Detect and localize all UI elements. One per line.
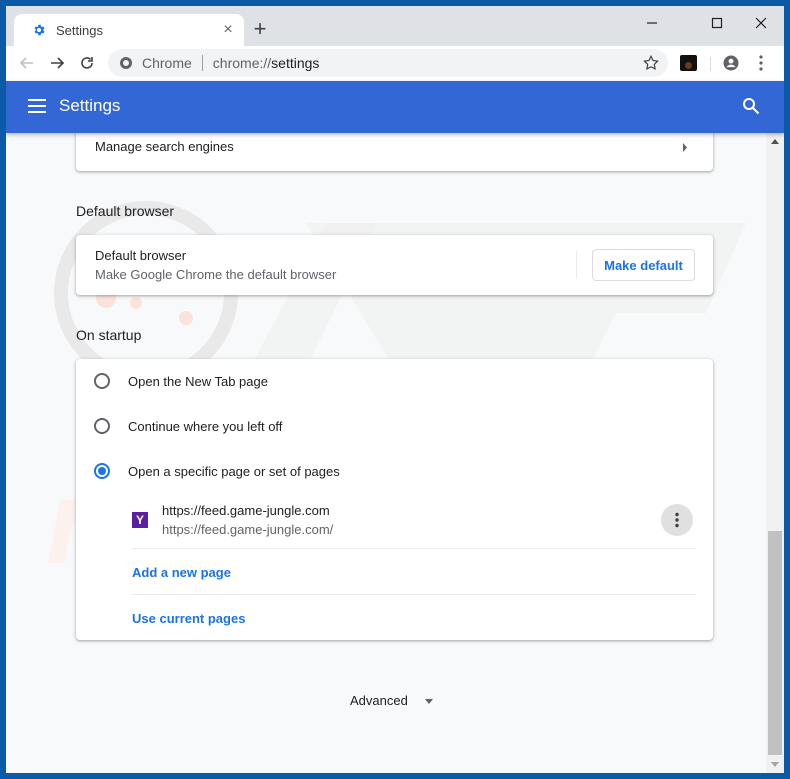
- default-browser-section-title: Default browser: [76, 203, 175, 219]
- divider: [132, 548, 696, 549]
- address-bar[interactable]: Chrome chrome://settings: [108, 49, 668, 77]
- extension-icon[interactable]: [680, 55, 697, 71]
- page-actions-button[interactable]: [661, 504, 693, 536]
- tab-title: Settings: [56, 22, 103, 38]
- hamburger-menu-icon[interactable]: [28, 98, 46, 114]
- scrollbar-thumb[interactable]: [768, 531, 782, 755]
- bookmark-star-icon[interactable]: [642, 54, 660, 72]
- manage-search-engines-row[interactable]: Manage search engines: [76, 133, 713, 163]
- maximize-button[interactable]: [703, 12, 731, 34]
- maximize-icon: [711, 17, 723, 29]
- page-title: Settings: [59, 96, 121, 115]
- advanced-label: Advanced: [350, 693, 408, 708]
- scroll-up-arrow-icon[interactable]: [771, 139, 779, 144]
- divider: [132, 594, 696, 595]
- close-icon: [755, 17, 767, 29]
- forward-button[interactable]: [46, 52, 68, 74]
- make-default-button[interactable]: Make default: [592, 249, 695, 281]
- dropdown-arrow-icon: [425, 699, 433, 704]
- back-arrow-icon: [19, 57, 33, 69]
- on-startup-card: Open the New Tab page Continue where you…: [76, 359, 713, 640]
- chevron-right-icon: [683, 143, 687, 152]
- reload-button[interactable]: [76, 52, 98, 74]
- profile-avatar-icon[interactable]: [722, 54, 740, 72]
- default-browser-title: Default browser: [95, 248, 187, 263]
- tab-settings[interactable]: Settings ×: [14, 14, 244, 46]
- startup-page-item: Y https://feed.game-jungle.com https://f…: [76, 494, 713, 546]
- startup-page-url: https://feed.game-jungle.com/: [162, 522, 334, 537]
- radio-label: Continue where you left off: [128, 419, 283, 434]
- vertical-scrollbar[interactable]: [766, 133, 784, 773]
- default-browser-subtitle: Make Google Chrome the default browser: [95, 267, 337, 282]
- settings-content: risk.com Manage search engines Default b…: [6, 133, 766, 773]
- site-favicon-icon: Y: [132, 512, 148, 528]
- use-current-pages-link[interactable]: Use current pages: [132, 611, 245, 626]
- vertical-divider: [576, 251, 577, 279]
- radio-new-tab[interactable]: [94, 373, 110, 389]
- startup-option-continue[interactable]: Continue where you left off: [76, 404, 713, 449]
- startup-option-new-tab[interactable]: Open the New Tab page: [76, 359, 713, 404]
- toolbar: Chrome chrome://settings: [6, 46, 784, 80]
- gear-icon: [34, 24, 45, 36]
- more-vert-icon[interactable]: [754, 54, 768, 72]
- minimize-button[interactable]: [638, 12, 666, 34]
- minimize-icon: [647, 22, 657, 24]
- more-vert-icon: [675, 512, 679, 528]
- close-tab-icon[interactable]: ×: [220, 21, 236, 38]
- radio-label: Open the New Tab page: [128, 374, 268, 389]
- default-browser-card: Default browser Make Google Chrome the d…: [76, 235, 713, 295]
- radio-specific-pages[interactable]: [94, 463, 110, 479]
- on-startup-section-title: On startup: [76, 327, 142, 343]
- search-icon[interactable]: [742, 97, 760, 115]
- manage-search-engines-label: Manage search engines: [95, 139, 234, 154]
- add-new-page-link[interactable]: Add a new page: [132, 565, 231, 580]
- search-engine-card: Manage search engines: [76, 133, 713, 171]
- chrome-icon: [120, 57, 132, 69]
- radio-continue[interactable]: [94, 418, 110, 434]
- close-window-button[interactable]: [747, 12, 775, 34]
- url-prefix: chrome://: [212, 55, 272, 71]
- radio-label: Open a specific page or set of pages: [128, 464, 340, 479]
- browser-window: Settings × + Chrome chrome://settings Se…: [6, 6, 784, 773]
- back-button[interactable]: [16, 52, 38, 74]
- url-text: chrome://settings: [213, 55, 320, 71]
- new-tab-button[interactable]: +: [250, 18, 270, 40]
- toolbar-separator: [710, 57, 711, 71]
- advanced-toggle[interactable]: Advanced: [350, 693, 440, 713]
- reload-icon: [81, 57, 93, 69]
- site-chip-label: Chrome: [142, 55, 192, 71]
- scroll-down-arrow-icon[interactable]: [771, 762, 779, 767]
- startup-page-title: https://feed.game-jungle.com: [162, 503, 330, 518]
- settings-header: Settings: [6, 81, 784, 133]
- startup-option-specific-pages[interactable]: Open a specific page or set of pages: [76, 449, 713, 494]
- forward-arrow-icon: [51, 57, 65, 69]
- title-bar: Settings × +: [6, 6, 784, 46]
- omnibox-separator: [201, 55, 203, 71]
- url-path: settings: [271, 55, 320, 71]
